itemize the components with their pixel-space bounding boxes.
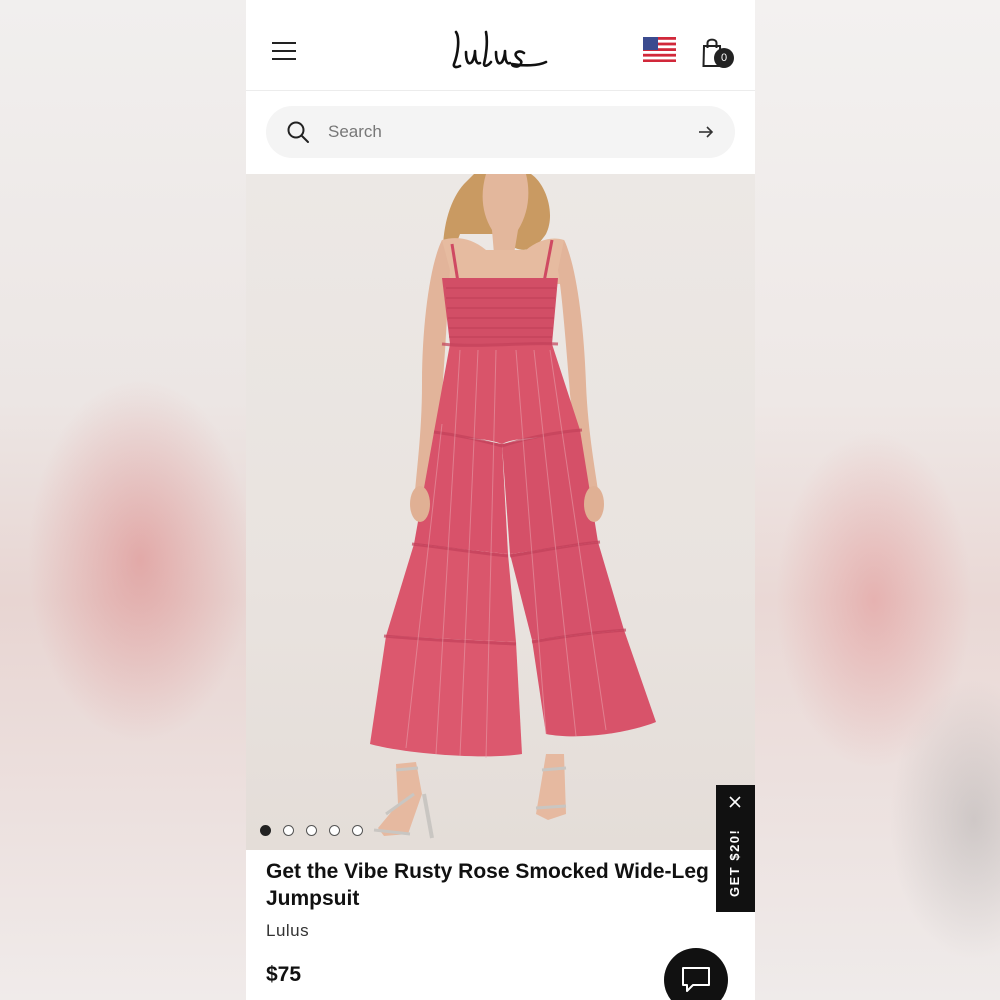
arrow-right-icon[interactable]: [697, 123, 715, 141]
lulus-logo[interactable]: [446, 24, 556, 74]
model-photo: [370, 174, 656, 839]
cart-count-badge: 0: [714, 48, 734, 68]
product-brand[interactable]: Lulus: [266, 921, 309, 941]
product-title: Get the Vibe Rusty Rose Smocked Wide-Leg…: [266, 860, 709, 910]
hamburger-menu-icon[interactable]: [272, 40, 298, 62]
background-blur-right: [754, 0, 1000, 1000]
carousel-dot[interactable]: [283, 825, 294, 836]
carousel-dot[interactable]: [352, 825, 363, 836]
site-header: 0: [246, 0, 755, 91]
phone-screen: 0 Search GET $20! Get the Vibe Rusty Ros…: [246, 0, 755, 1000]
product-price: $75: [266, 963, 302, 986]
product-image[interactable]: [246, 174, 755, 850]
carousel-dot[interactable]: [306, 825, 317, 836]
chat-bubble-icon: [682, 967, 710, 992]
carousel-dot[interactable]: [329, 825, 340, 836]
chat-button[interactable]: [664, 948, 728, 1000]
search-bar[interactable]: Search: [266, 106, 735, 158]
search-icon: [287, 121, 309, 143]
us-flag-icon[interactable]: [643, 37, 676, 62]
search-input[interactable]: Search: [328, 122, 382, 142]
carousel-dot[interactable]: [260, 825, 271, 836]
background-blur-left: [0, 0, 246, 1000]
